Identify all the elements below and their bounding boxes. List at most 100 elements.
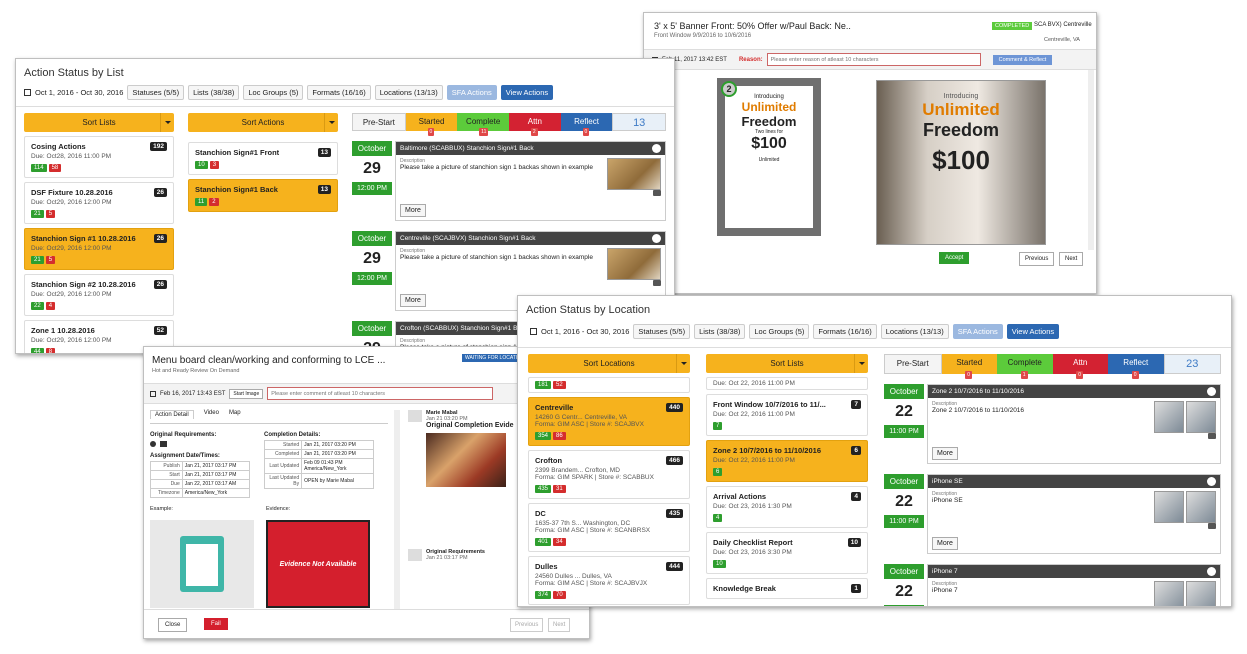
list-item[interactable]: Crofton 2399 Brandem... Crofton, MD Forma:… bbox=[528, 450, 690, 499]
photo-thumbnail[interactable] bbox=[1154, 491, 1184, 523]
list-item[interactable]: Stanchion Sign #1 10.28.2016 Due: Oct29, … bbox=[24, 228, 174, 270]
status-attn[interactable]: Attn 0 bbox=[1052, 354, 1108, 379]
list-item[interactable]: Due: Oct 22, 2016 11:00 PM bbox=[706, 377, 868, 390]
list-item[interactable]: Daily Checklist Report Due: Oct 23, 2016 … bbox=[706, 532, 868, 574]
action-card[interactable]: Baltimore (SCABBUX) Stanchion Sign#1 Bac… bbox=[395, 141, 666, 221]
list-item[interactable]: Stanchion Sign#1 Front 13 10 3 bbox=[188, 142, 338, 175]
chevron-down-icon[interactable] bbox=[854, 354, 868, 373]
list-item[interactable]: Knowledge Break 1 bbox=[706, 578, 868, 599]
photo-thumbnail[interactable] bbox=[1186, 401, 1216, 433]
check-circle-icon[interactable] bbox=[1207, 567, 1216, 576]
loc-groups-filter[interactable]: Loc Groups (5) bbox=[749, 324, 810, 339]
list-item[interactable]: Cosing Actions Due: Oct28, 2016 11:00 PM 1… bbox=[24, 136, 174, 178]
formats-filter[interactable]: Formats (16/16) bbox=[813, 324, 877, 339]
sfa-actions-button[interactable]: SFA Actions bbox=[952, 324, 1003, 339]
list-item[interactable]: Dulles 24560 Dulles ... Dulles, VA Forma: … bbox=[528, 556, 690, 605]
table-row: Timezone America/New_York bbox=[150, 488, 251, 498]
action-card[interactable]: iPhone 7DescriptioniPhone 7More bbox=[927, 564, 1221, 606]
camera-icon[interactable] bbox=[653, 190, 661, 196]
comment-reflect-button[interactable]: Comment & Reflect bbox=[992, 54, 1053, 65]
status-reflect[interactable]: Reflect 0 bbox=[1108, 354, 1164, 379]
loc-groups-filter[interactable]: Loc Groups (5) bbox=[243, 85, 304, 100]
status-started[interactable]: Started 0 bbox=[941, 354, 997, 379]
list-item-title: Zone 1 10.28.2016 bbox=[31, 326, 95, 335]
chevron-down-icon[interactable] bbox=[676, 354, 690, 373]
date-range[interactable]: Oct 1, 2016 - Oct 30, 2016 bbox=[541, 327, 629, 336]
locations-filter[interactable]: Locations (13/13) bbox=[374, 85, 443, 100]
chevron-down-icon[interactable] bbox=[324, 113, 338, 132]
formats-filter[interactable]: Formats (16/16) bbox=[307, 85, 371, 100]
fail-button[interactable]: Fail bbox=[204, 618, 228, 630]
start-image-button[interactable]: Start Image bbox=[229, 388, 264, 399]
photo-thumbnail[interactable] bbox=[607, 248, 661, 280]
status-reflect[interactable]: Reflect 0 bbox=[560, 113, 613, 136]
scrollbar[interactable] bbox=[1088, 70, 1094, 250]
status-pre[interactable]: Pre-Start bbox=[884, 354, 942, 374]
previous-button[interactable]: Previous bbox=[1019, 252, 1055, 266]
photo-thumbnail[interactable] bbox=[1154, 401, 1184, 433]
check-circle-icon[interactable] bbox=[1207, 387, 1216, 396]
sfa-actions-button[interactable]: SFA Actions bbox=[446, 85, 497, 100]
statuses-filter[interactable]: Statuses (5/5) bbox=[633, 324, 691, 339]
list-item[interactable]: DC 1635-37 7th S... Washington, DC Forma: … bbox=[528, 503, 690, 552]
list-item[interactable]: Stanchion Sign#1 Back 13 11 2 bbox=[188, 179, 338, 212]
status-total[interactable]: 13 bbox=[612, 113, 667, 131]
list-item-title: Knowledge Break bbox=[713, 584, 776, 593]
action-card[interactable]: iPhone SE Description iPhone SE More bbox=[927, 474, 1221, 554]
status-started[interactable]: Started 0 bbox=[405, 113, 458, 136]
camera-icon[interactable] bbox=[160, 441, 167, 447]
list-item[interactable]: Centreville 14260 G Centr... Centreville,… bbox=[528, 397, 690, 446]
camera-icon[interactable] bbox=[1208, 433, 1216, 439]
statuses-filter[interactable]: Statuses (5/5) bbox=[127, 85, 185, 100]
status-complete[interactable]: Complete 11 bbox=[457, 113, 510, 136]
table-key: Start bbox=[150, 470, 183, 480]
locations-filter[interactable]: Locations (13/13) bbox=[880, 324, 949, 339]
camera-icon[interactable] bbox=[1208, 523, 1216, 529]
photo-thumbnail[interactable] bbox=[607, 158, 661, 190]
photo-thumbnail[interactable] bbox=[1186, 491, 1216, 523]
more-dropdown[interactable]: More bbox=[932, 447, 958, 460]
date-range[interactable]: Oct 1, 2016 - Oct 30, 2016 bbox=[35, 88, 123, 97]
check-circle-icon[interactable] bbox=[652, 234, 661, 243]
sort-lists-button[interactable]: Sort Lists bbox=[24, 113, 174, 132]
reason-input[interactable] bbox=[766, 53, 981, 66]
tab-video[interactable]: Video bbox=[204, 410, 219, 419]
check-circle-icon[interactable] bbox=[1207, 477, 1216, 486]
photo-thumbnail[interactable] bbox=[1186, 581, 1216, 606]
sort-actions-button[interactable]: Sort Actions bbox=[188, 113, 338, 132]
sort-locations-button[interactable]: Sort Locations bbox=[528, 354, 690, 373]
due-time: 11:00 PM bbox=[884, 515, 924, 528]
action-card[interactable]: Zone 2 10/7/2016 to 11/10/2016 Descriptio… bbox=[927, 384, 1221, 464]
next-button[interactable]: Next bbox=[1059, 252, 1084, 266]
list-item[interactable]: 181 52 bbox=[528, 377, 690, 393]
lists-filter[interactable]: Lists (38/38) bbox=[694, 324, 746, 339]
status-pre[interactable]: Pre-Start bbox=[352, 113, 406, 131]
camera-icon[interactable] bbox=[653, 280, 661, 286]
next-button[interactable]: Next bbox=[548, 618, 571, 632]
photo-thumbnail[interactable] bbox=[1154, 581, 1184, 606]
comment-input[interactable] bbox=[267, 387, 494, 400]
list-item[interactable]: Stanchion Sign #2 10.28.2016 Due: Oct29, … bbox=[24, 274, 174, 316]
status-complete[interactable]: Complete 1 bbox=[997, 354, 1053, 379]
view-actions-button[interactable]: View Actions bbox=[1006, 324, 1060, 339]
list-item[interactable]: Arrival Actions Due: Oct 23, 2016 1:30 PM… bbox=[706, 486, 868, 528]
tab-action-detail[interactable]: Action Detail bbox=[150, 410, 194, 419]
previous-button[interactable]: Previous bbox=[510, 618, 544, 632]
info-icon[interactable] bbox=[150, 441, 156, 447]
close-button[interactable]: Close bbox=[158, 618, 188, 632]
status-total[interactable]: 23 bbox=[1163, 354, 1221, 374]
accept-button[interactable]: Accept bbox=[939, 252, 970, 264]
sort-lists-button[interactable]: Sort Lists bbox=[706, 354, 868, 373]
more-dropdown[interactable]: More bbox=[400, 204, 426, 217]
status-attn[interactable]: Attn 2 bbox=[509, 113, 561, 136]
check-circle-icon[interactable] bbox=[652, 144, 661, 153]
more-dropdown[interactable]: More bbox=[932, 537, 958, 550]
tab-map[interactable]: Map bbox=[229, 410, 241, 419]
list-item[interactable]: Front Window 10/7/2016 to 11/... Due: Oct… bbox=[706, 394, 868, 436]
lists-filter[interactable]: Lists (38/38) bbox=[188, 85, 240, 100]
view-actions-button[interactable]: View Actions bbox=[500, 85, 554, 100]
list-item[interactable]: DSF Fixture 10.28.2016 Due: Oct29, 2016 1… bbox=[24, 182, 174, 224]
chevron-down-icon[interactable] bbox=[160, 113, 174, 132]
list-item[interactable]: Zone 2 10/7/2016 to 11/10/2016 Due: Oct 2… bbox=[706, 440, 868, 482]
more-dropdown[interactable]: More bbox=[400, 294, 426, 307]
